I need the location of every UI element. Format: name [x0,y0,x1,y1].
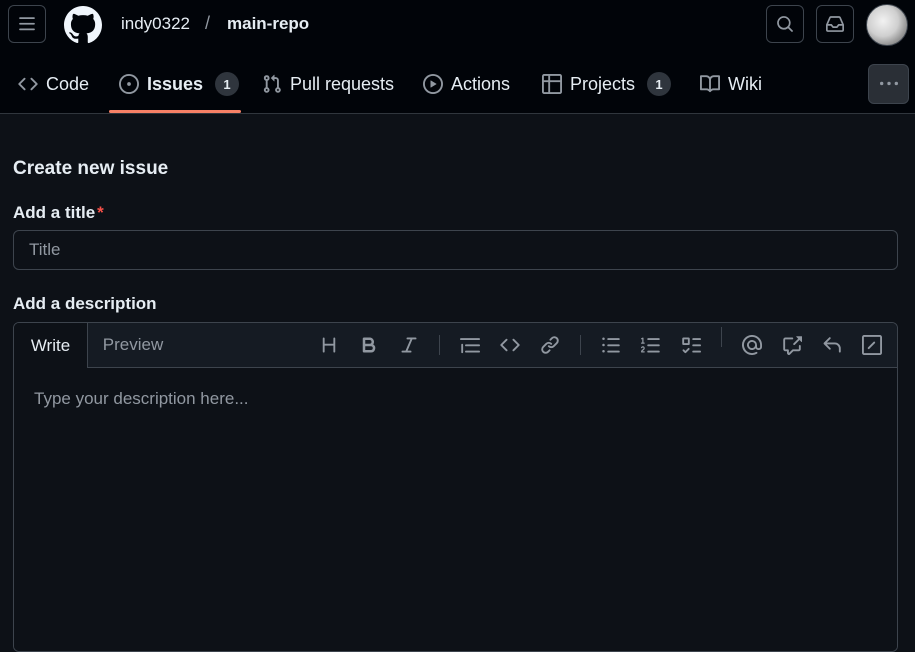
editor-toolbar: Write Preview [14,323,897,368]
active-tab-underline [109,110,241,113]
tab-pull-requests-label: Pull requests [290,73,395,94]
app-header: indy0322 / main-repo Code Issues 1 Pull … [0,0,915,114]
toolbar-divider [580,335,581,355]
breadcrumb-separator: / [205,13,211,33]
tab-code-label: Code [46,73,90,94]
slash-commands-icon [862,335,882,355]
inbox-button[interactable] [816,5,854,43]
italic-icon [401,337,417,353]
heading-button[interactable] [317,333,341,357]
italic-button[interactable] [397,333,421,357]
tab-projects[interactable]: Projects 1 [542,66,672,102]
required-marker: * [97,203,104,222]
tab-issues-label: Issues [147,73,204,94]
link-icon [541,336,559,354]
cross-reference-button[interactable] [780,333,804,357]
tab-wiki[interactable]: Wiki [700,66,762,102]
description-textarea[interactable] [14,368,897,651]
kebab-horizontal-icon [879,81,898,86]
inbox-icon [826,16,844,32]
reply-button[interactable] [820,333,844,357]
code-icon [18,77,38,91]
github-logo[interactable] [64,6,102,44]
title-label-text: Add a title [13,203,96,222]
quote-button[interactable] [458,333,482,357]
tab-projects-label: Projects [570,73,636,94]
cross-reference-icon [783,336,802,355]
menu-button[interactable] [8,5,46,43]
page-title: Create new issue [13,158,169,179]
tab-wiki-label: Wiki [728,73,762,94]
tab-pull-requests[interactable]: Pull requests [262,66,394,102]
more-tabs-button[interactable] [868,64,909,104]
heading-icon [322,337,336,353]
breadcrumb-owner[interactable]: indy0322 [121,14,190,34]
tab-actions[interactable]: Actions [423,66,510,102]
link-button[interactable] [538,333,562,357]
slash-commands-button[interactable] [860,333,884,357]
avatar[interactable] [866,4,908,46]
breadcrumb-repo[interactable]: main-repo [227,14,309,34]
mention-icon [742,335,762,355]
unordered-list-icon [602,337,620,353]
quote-icon [460,338,480,354]
tab-write[interactable]: Write [14,323,88,368]
bold-button[interactable] [357,333,381,357]
tab-preview[interactable]: Preview [88,323,178,367]
search-button[interactable] [766,5,804,43]
mention-button[interactable] [740,333,764,357]
code-icon [500,338,520,352]
ordered-list-button[interactable] [639,333,663,357]
bold-icon [362,337,376,353]
title-label: Add a title * [13,203,104,223]
title-input[interactable] [13,230,898,270]
reply-icon [823,337,841,353]
issue-opened-icon [119,74,139,94]
search-icon [777,16,793,32]
tab-code[interactable]: Code [18,66,89,102]
hamburger-icon [19,17,35,31]
unordered-list-button[interactable] [599,333,623,357]
toolbar-divider [439,335,440,355]
table-icon [542,74,562,94]
task-list-button[interactable] [679,333,703,357]
ordered-list-icon [641,337,660,353]
git-pull-request-icon [263,74,281,93]
description-editor: Write Preview [13,322,898,652]
book-icon [700,75,720,93]
play-icon [423,74,443,94]
tab-actions-label: Actions [451,73,511,94]
tab-issues[interactable]: Issues 1 [119,66,240,102]
task-list-icon [682,337,701,354]
issues-count-badge: 1 [215,72,240,96]
code-button[interactable] [498,333,522,357]
projects-count-badge: 1 [647,72,672,96]
toolbar-divider [721,327,722,347]
description-label: Add a description [13,294,157,313]
